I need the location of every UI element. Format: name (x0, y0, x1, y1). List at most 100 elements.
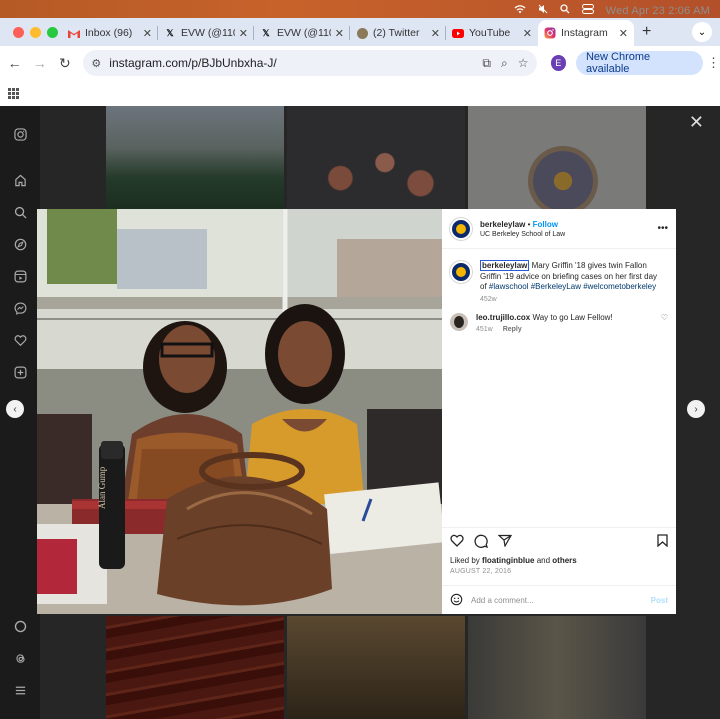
likes-summary: Liked by floatinginblue and others (450, 556, 577, 565)
bookmarks-bar (0, 80, 720, 106)
comment-age[interactable]: 451w (476, 326, 493, 333)
post-date[interactable]: AUGUST 22, 2016 (450, 568, 668, 575)
berkeley-seal-icon (456, 267, 466, 277)
caption-username[interactable]: berkeleylaw (480, 260, 530, 271)
avatar[interactable] (450, 217, 472, 240)
window-controls (0, 26, 62, 38)
notifications-heart-icon[interactable] (10, 330, 30, 350)
chrome-menu-icon[interactable]: ⋮ (707, 55, 720, 71)
avatar[interactable] (450, 261, 472, 283)
hashtag-link[interactable]: #lawschool (489, 282, 529, 291)
apps-grid-icon[interactable] (8, 87, 19, 99)
comment-input[interactable]: Add a comment... (471, 596, 534, 605)
reply-button[interactable]: Reply (503, 326, 522, 333)
tab-search-chevron-icon[interactable]: ⌄ (692, 22, 712, 42)
control-center-icon[interactable] (581, 4, 594, 14)
install-app-icon[interactable]: ⧉ (482, 56, 491, 71)
post-comment-button[interactable]: Post (651, 596, 668, 605)
reels-icon[interactable] (10, 266, 30, 286)
home-icon[interactable] (10, 170, 30, 190)
address-bar[interactable]: ⚙ instagram.com/p/BJbUnbxha-J/ ⧉ ⌕ ☆ (83, 50, 537, 76)
mute-icon[interactable] (538, 4, 548, 14)
tab-twitter[interactable]: (2) Twitter ✕ (350, 20, 446, 46)
instagram-logo-icon[interactable] (10, 124, 30, 144)
back-arrow-icon[interactable]: ← (2, 55, 27, 71)
tab-instagram[interactable]: Instagram ✕ (538, 20, 634, 46)
more-options-icon[interactable]: ••• (657, 223, 668, 234)
close-tab-icon[interactable]: ✕ (335, 27, 344, 40)
like-comment-heart-icon[interactable]: ♡ (661, 313, 668, 333)
hashtag-link[interactable]: #BerkeleyLaw (531, 282, 581, 291)
chrome-update-button[interactable]: New Chrome available (575, 51, 703, 75)
close-window-button[interactable] (13, 26, 24, 38)
gmail-icon (68, 27, 80, 39)
tab-x-1[interactable]: 𝕏 EVW (@110 ✕ (158, 20, 254, 46)
close-tab-icon[interactable]: ✕ (431, 27, 440, 40)
site-info-icon[interactable]: ⚙ (91, 57, 101, 70)
search-icon[interactable] (10, 202, 30, 222)
post-photo[interactable]: Alan Gump (37, 209, 442, 614)
page-viewport: ✕ ‹ › Alan Gump berkeleylaw • Follow UC … (0, 106, 720, 719)
comment-bubble-icon[interactable] (474, 534, 489, 551)
save-bookmark-icon[interactable] (657, 534, 668, 550)
browser-tab-strip: Inbox (96) ✕ 𝕏 EVW (@110 ✕ 𝕏 EVW (@110 ✕… (0, 18, 720, 46)
emoji-icon[interactable] (450, 593, 463, 608)
close-tab-icon[interactable]: ✕ (619, 27, 628, 40)
x-icon: 𝕏 (166, 27, 174, 38)
forward-arrow-icon[interactable]: → (27, 55, 52, 71)
next-post-chevron-icon[interactable]: › (687, 400, 705, 418)
close-tab-icon[interactable]: ✕ (143, 27, 152, 40)
profile-avatar[interactable]: E (550, 55, 566, 71)
messenger-icon[interactable] (10, 298, 30, 318)
hashtag-link[interactable]: #welcometoberkeley (583, 282, 656, 291)
share-paper-plane-icon[interactable] (497, 534, 513, 550)
explore-compass-icon[interactable] (10, 234, 30, 254)
post-modal: Alan Gump berkeleylaw • Follow UC Berkel… (37, 209, 676, 614)
close-modal-icon[interactable]: ✕ (689, 112, 704, 133)
new-tab-button[interactable]: + (634, 23, 659, 41)
tab-gmail[interactable]: Inbox (96) ✕ (62, 20, 158, 46)
grid-post-sunset[interactable] (287, 616, 465, 719)
commenter-username[interactable]: leo.trujillo.cox (476, 313, 530, 322)
previous-post-chevron-icon[interactable]: ‹ (6, 400, 24, 418)
author-subtitle: UC Berkeley School of Law (480, 230, 566, 238)
caption-age[interactable]: 452w (480, 296, 660, 303)
liked-by-user[interactable]: floatinginblue (482, 556, 534, 565)
wifi-icon[interactable] (514, 4, 526, 14)
grid-post-poster[interactable] (468, 106, 646, 216)
post-actions: Liked by floatinginblue and others AUGUS… (442, 527, 676, 575)
grid-post-mountains[interactable] (106, 106, 284, 209)
close-tab-icon[interactable]: ✕ (523, 27, 532, 40)
minimize-window-button[interactable] (30, 26, 41, 38)
grid-post-food-table[interactable] (287, 106, 465, 209)
post-photo-illustration (37, 209, 442, 614)
tab-youtube[interactable]: YouTube ✕ (446, 20, 538, 46)
more-menu-icon[interactable] (10, 680, 30, 700)
follow-button[interactable]: Follow (533, 220, 558, 229)
like-heart-icon[interactable] (450, 534, 464, 550)
close-tab-icon[interactable]: ✕ (239, 27, 248, 40)
threads-icon[interactable] (10, 648, 30, 668)
poster-wheel (528, 146, 598, 216)
grid-post-books[interactable] (106, 616, 284, 719)
tab-x-2[interactable]: 𝕏 EVW (@110 ✕ (254, 20, 350, 46)
post-author-username[interactable]: berkeleylaw (480, 220, 525, 229)
zoom-window-button[interactable] (47, 26, 58, 38)
twitter-icon (356, 27, 368, 39)
meta-ai-icon[interactable] (10, 616, 30, 636)
caption-text: berkeleylaw Mary Griffin '18 gives twin … (480, 260, 658, 291)
create-plus-icon[interactable] (10, 362, 30, 382)
grid-post-crowd[interactable] (468, 616, 646, 719)
comment-item: leo.trujillo.cox Way to go Law Fellow! 4… (442, 303, 676, 333)
liked-by-others[interactable]: others (552, 556, 576, 565)
menubar-datetime[interactable]: Wed Apr 23 2:06 AM (606, 5, 710, 17)
reload-icon[interactable]: ↻ (52, 55, 77, 72)
spotlight-search-icon[interactable] (560, 4, 570, 14)
post-details-panel: berkeleylaw • Follow UC Berkeley School … (442, 209, 676, 614)
berkeley-seal-icon (456, 223, 466, 234)
url-text[interactable]: instagram.com/p/BJbUnbxha-J/ (109, 56, 472, 70)
x-icon: 𝕏 (262, 27, 270, 38)
bookmark-star-icon[interactable]: ☆ (518, 56, 529, 70)
commenter-avatar[interactable] (450, 312, 468, 331)
zoom-icon[interactable]: ⌕ (501, 56, 508, 71)
